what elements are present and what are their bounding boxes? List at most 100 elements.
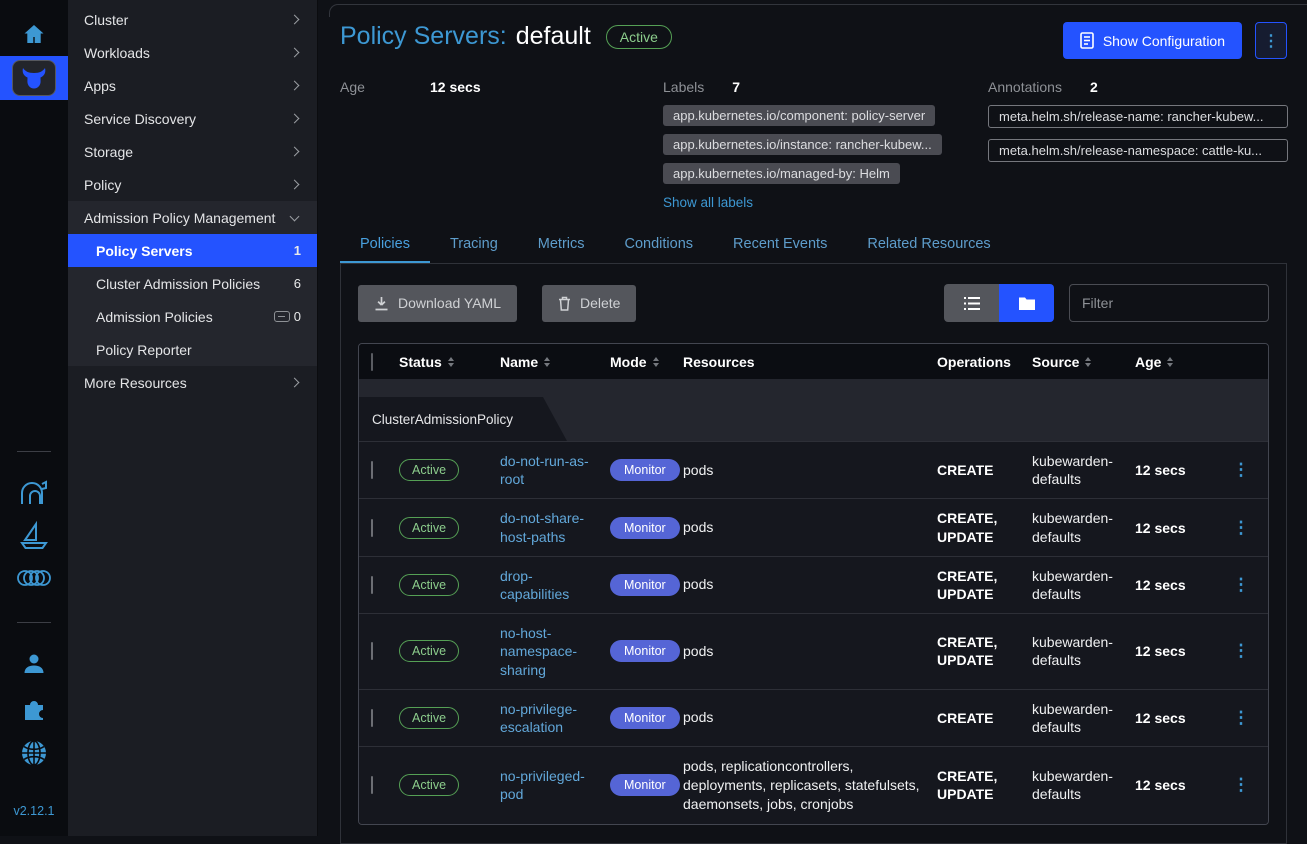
delete-button[interactable]: Delete: [542, 285, 636, 322]
row-status-badge: Active: [399, 574, 459, 596]
nav-item-admission-policy-management[interactable]: Admission Policy Management: [68, 201, 317, 234]
nav-sub-item[interactable]: Cluster Admission Policies 6: [68, 267, 317, 300]
tab[interactable]: Tracing: [430, 226, 518, 263]
trash-icon: [558, 296, 571, 311]
column-header[interactable]: Source: [1032, 354, 1135, 370]
row-actions-button[interactable]: ⋮: [1215, 575, 1268, 595]
label-chip: app.kubernetes.io/instance: rancher-kube…: [663, 134, 942, 155]
nav-group-admission-policy-management: Admission Policy Management Policy Serve…: [68, 201, 317, 366]
nav-item-more-resources[interactable]: More Resources: [68, 366, 317, 399]
tab[interactable]: Conditions: [605, 226, 714, 263]
policy-name-link[interactable]: no-host-namespace-sharing: [500, 625, 577, 677]
cluster-shortcut-2[interactable]: [0, 520, 68, 552]
nav-sub-item-count: 1: [294, 243, 301, 258]
mode-badge: Monitor: [610, 459, 680, 481]
row-checkbox[interactable]: [371, 576, 373, 594]
chevron-right-icon: [290, 147, 300, 157]
policy-name-link[interactable]: no-privilege-escalation: [500, 701, 577, 735]
sort-arrows-icon: [448, 357, 454, 367]
sort-arrows-icon: [544, 357, 550, 367]
kebab-icon: ⋮: [1233, 575, 1251, 594]
nav-sub-item[interactable]: Policy Servers 1: [68, 234, 317, 267]
row-actions-button[interactable]: ⋮: [1215, 460, 1268, 480]
nav-item[interactable]: Cluster: [68, 3, 317, 36]
column-header[interactable]: Operations: [937, 354, 1032, 370]
row-resources: pods: [683, 642, 937, 661]
policy-name-link[interactable]: drop-capabilities: [500, 568, 569, 602]
policy-name-link[interactable]: do-not-share-host-paths: [500, 510, 584, 544]
page-actions-button[interactable]: ⋮: [1255, 22, 1287, 59]
row-source: kubewarden-defaults: [1032, 567, 1135, 603]
row-status-badge: Active: [399, 640, 459, 662]
locale-button[interactable]: [0, 738, 68, 768]
app-rail: v2.12.1: [0, 0, 68, 836]
home-button[interactable]: [0, 22, 68, 46]
nav-sub-item[interactable]: Policy Reporter: [68, 333, 317, 366]
nav-item-label: Cluster: [84, 12, 291, 28]
row-status-badge: Active: [399, 707, 459, 729]
table-row: Active no-privileged-pod Monitor pods, r…: [359, 746, 1268, 824]
rancher-steer-icon: [12, 60, 56, 96]
delete-label: Delete: [580, 295, 620, 311]
kebab-icon: ⋮: [1233, 708, 1251, 727]
page-title: Policy Servers: default Active: [340, 22, 672, 51]
show-configuration-button[interactable]: Show Configuration: [1063, 22, 1242, 59]
row-actions-button[interactable]: ⋮: [1215, 641, 1268, 661]
kebab-icon: ⋮: [1233, 641, 1251, 660]
list-view-button[interactable]: [944, 284, 999, 322]
column-header[interactable]: Status: [399, 354, 500, 370]
user-menu-button[interactable]: [0, 650, 68, 678]
column-header[interactable]: Resources: [683, 354, 937, 370]
main-content: Policy Servers: default Active Show Conf…: [318, 0, 1307, 836]
nav-sub-item-label: Policy Servers: [96, 243, 294, 259]
row-checkbox[interactable]: [371, 709, 373, 727]
tab[interactable]: Recent Events: [713, 226, 847, 263]
tab[interactable]: Related Resources: [847, 226, 1010, 263]
mode-badge: Monitor: [610, 517, 680, 539]
table-toolbar: Download YAML Delete: [358, 284, 1269, 322]
page-title-resource-name: default: [516, 22, 591, 51]
policy-name-link[interactable]: do-not-run-as-root: [500, 453, 589, 487]
tab[interactable]: Metrics: [518, 226, 605, 263]
policies-tab-panel: Download YAML Delete: [340, 264, 1287, 844]
row-operations: CREATE, UPDATE: [937, 567, 1032, 603]
nav-item[interactable]: Service Discovery: [68, 102, 317, 135]
nav-item[interactable]: Storage: [68, 135, 317, 168]
select-all-checkbox[interactable]: [371, 353, 373, 371]
row-operations: CREATE, UPDATE: [937, 633, 1032, 669]
column-header[interactable]: Age: [1135, 354, 1215, 370]
row-checkbox[interactable]: [371, 519, 373, 537]
column-header-label: Resources: [683, 354, 755, 370]
row-checkbox[interactable]: [371, 461, 373, 479]
nav-item[interactable]: Policy: [68, 168, 317, 201]
nav-item-label: More Resources: [84, 375, 291, 391]
age-label: Age: [340, 79, 430, 95]
row-actions-button[interactable]: ⋮: [1215, 708, 1268, 728]
table-row: Active do-not-share-host-paths Monitor p…: [359, 498, 1268, 555]
row-actions-button[interactable]: ⋮: [1215, 518, 1268, 538]
column-header-label: Mode: [610, 354, 647, 370]
column-header[interactable]: Mode: [610, 354, 683, 370]
active-app-button[interactable]: [0, 56, 68, 100]
column-header[interactable]: Name: [500, 354, 610, 370]
chevron-right-icon: [290, 180, 300, 190]
download-yaml-button[interactable]: Download YAML: [358, 285, 517, 322]
cluster-shortcut-1[interactable]: [0, 478, 68, 508]
annotation-chips: meta.helm.sh/release-name: rancher-kubew…: [988, 105, 1288, 173]
nav-sub-item[interactable]: Admission Policies 0: [68, 300, 317, 333]
cluster-shortcut-3[interactable]: [0, 566, 68, 590]
filter-input[interactable]: [1069, 284, 1269, 322]
grouped-view-button[interactable]: [999, 284, 1054, 322]
nav-item[interactable]: Workloads: [68, 36, 317, 69]
nav-item[interactable]: Apps: [68, 69, 317, 102]
tab[interactable]: Policies: [340, 226, 430, 263]
show-all-labels-link[interactable]: Show all labels: [663, 195, 753, 210]
row-status-badge: Active: [399, 517, 459, 539]
row-checkbox[interactable]: [371, 776, 373, 794]
policy-name-link[interactable]: no-privileged-pod: [500, 768, 585, 802]
row-actions-button[interactable]: ⋮: [1215, 775, 1268, 795]
table-header-row: Status Name Mode Resources Operations So…: [359, 344, 1268, 379]
page-title-type: Policy Servers:: [340, 22, 507, 51]
row-checkbox[interactable]: [371, 642, 373, 660]
extensions-button[interactable]: [0, 694, 68, 724]
